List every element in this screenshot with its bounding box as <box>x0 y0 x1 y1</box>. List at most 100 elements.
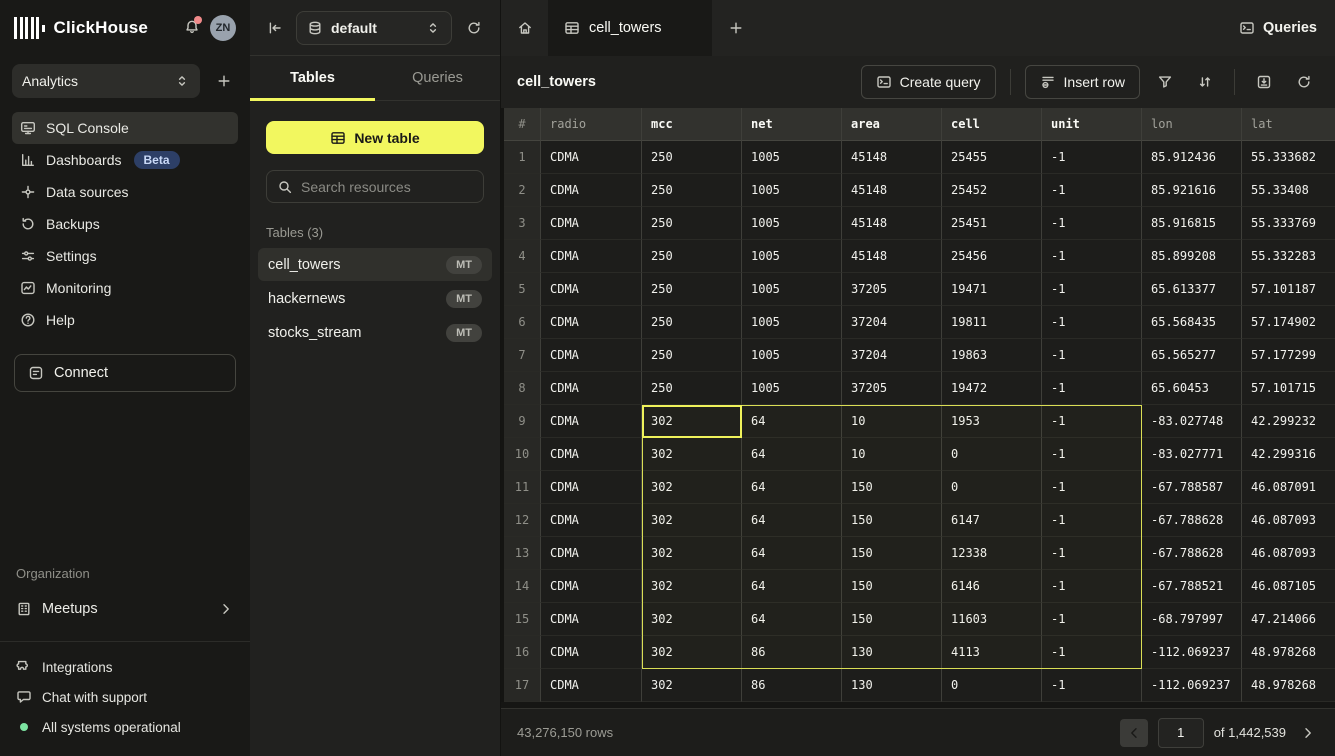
new-table-button[interactable]: New table <box>266 121 484 154</box>
cell-mcc[interactable]: 250 <box>642 372 742 405</box>
cell-net[interactable]: 1005 <box>742 174 842 207</box>
cell-unit[interactable]: -1 <box>1042 339 1142 372</box>
cell-lon[interactable]: -83.027771 <box>1142 438 1242 471</box>
cell-radio[interactable]: CDMA <box>541 438 642 471</box>
cell-radio[interactable]: CDMA <box>541 504 642 537</box>
sidebar-item-dashboards[interactable]: DashboardsBeta <box>12 144 238 176</box>
cell-lat[interactable]: 42.299232 <box>1242 405 1335 438</box>
sidebar-footer-item-all-systems-operational[interactable]: All systems operational <box>16 712 234 742</box>
cell-net[interactable]: 1005 <box>742 240 842 273</box>
avatar[interactable]: ZN <box>210 15 236 41</box>
cell-lon[interactable]: -112.069237 <box>1142 669 1242 702</box>
filter-button[interactable] <box>1150 67 1180 97</box>
cell-mcc[interactable]: 302 <box>642 603 742 636</box>
cell-area[interactable]: 150 <box>842 603 942 636</box>
cell-lon[interactable]: -67.788521 <box>1142 570 1242 603</box>
sort-button[interactable] <box>1190 67 1220 97</box>
create-query-button[interactable]: Create query <box>861 65 996 99</box>
cell-unit[interactable]: -1 <box>1042 174 1142 207</box>
cell-unit[interactable]: -1 <box>1042 537 1142 570</box>
insert-row-button[interactable]: Insert row <box>1025 65 1140 99</box>
sidebar-item-sql-console[interactable]: SQL Console <box>12 112 238 144</box>
cell-lat[interactable]: 46.087091 <box>1242 471 1335 504</box>
cell-area[interactable]: 150 <box>842 471 942 504</box>
cell-net[interactable]: 1005 <box>742 339 842 372</box>
cell-lon[interactable]: 65.568435 <box>1142 306 1242 339</box>
cell-cell[interactable]: 4113 <box>942 636 1042 669</box>
cell-unit[interactable]: -1 <box>1042 306 1142 339</box>
cell-unit[interactable]: -1 <box>1042 372 1142 405</box>
sidebar-item-monitoring[interactable]: Monitoring <box>12 272 238 304</box>
cell-radio[interactable]: CDMA <box>541 306 642 339</box>
table-list-item-stocks_stream[interactable]: stocks_streamMT <box>258 316 492 349</box>
cell-lat[interactable]: 55.33408 <box>1242 174 1335 207</box>
cell-cell[interactable]: 19471 <box>942 273 1042 306</box>
sidebar-item-help[interactable]: Help <box>12 304 238 336</box>
sidebar-item-backups[interactable]: Backups <box>12 208 238 240</box>
cell-unit[interactable]: -1 <box>1042 207 1142 240</box>
cell-lat[interactable]: 46.087093 <box>1242 537 1335 570</box>
cell-radio[interactable]: CDMA <box>541 636 642 669</box>
cell-radio[interactable]: CDMA <box>541 603 642 636</box>
cell-mcc[interactable]: 250 <box>642 141 742 174</box>
search-input[interactable] <box>301 179 482 195</box>
cell-cell[interactable]: 25455 <box>942 141 1042 174</box>
workspace-selector[interactable]: Analytics <box>12 64 200 98</box>
cell-net[interactable]: 64 <box>742 438 842 471</box>
cell-area[interactable]: 150 <box>842 504 942 537</box>
sidebar-footer-item-chat-with-support[interactable]: Chat with support <box>16 682 234 712</box>
column-header-radio[interactable]: radio <box>541 108 642 141</box>
download-button[interactable] <box>1249 67 1279 97</box>
new-tab-button[interactable] <box>712 0 760 56</box>
cell-lat[interactable]: 42.299316 <box>1242 438 1335 471</box>
cell-net[interactable]: 86 <box>742 669 842 702</box>
cell-net[interactable]: 64 <box>742 405 842 438</box>
cell-mcc[interactable]: 302 <box>642 669 742 702</box>
cell-area[interactable]: 150 <box>842 570 942 603</box>
cell-lat[interactable]: 55.333769 <box>1242 207 1335 240</box>
cell-radio[interactable]: CDMA <box>541 141 642 174</box>
cell-area[interactable]: 37204 <box>842 339 942 372</box>
column-header-rownum[interactable]: # <box>504 108 541 141</box>
cell-area[interactable]: 45148 <box>842 240 942 273</box>
column-header-mcc[interactable]: mcc <box>642 108 742 141</box>
cell-mcc[interactable]: 250 <box>642 306 742 339</box>
cell-cell[interactable]: 6146 <box>942 570 1042 603</box>
page-number-input[interactable] <box>1158 718 1204 748</box>
database-selector[interactable]: default <box>296 11 452 45</box>
cell-net[interactable]: 1005 <box>742 273 842 306</box>
cell-area[interactable]: 37205 <box>842 372 942 405</box>
table-list-item-cell_towers[interactable]: cell_towersMT <box>258 248 492 281</box>
cell-net[interactable]: 64 <box>742 504 842 537</box>
cell-net[interactable]: 64 <box>742 603 842 636</box>
add-workspace-button[interactable] <box>210 67 238 95</box>
cell-lon[interactable]: 85.912436 <box>1142 141 1242 174</box>
column-header-unit[interactable]: unit <box>1042 108 1142 141</box>
explorer-tab-queries[interactable]: Queries <box>375 56 500 100</box>
cell-radio[interactable]: CDMA <box>541 240 642 273</box>
sidebar-footer-item-integrations[interactable]: Integrations <box>16 652 234 682</box>
cell-area[interactable]: 150 <box>842 537 942 570</box>
cell-unit[interactable]: -1 <box>1042 273 1142 306</box>
cell-radio[interactable]: CDMA <box>541 570 642 603</box>
cell-radio[interactable]: CDMA <box>541 339 642 372</box>
cell-cell[interactable]: 25452 <box>942 174 1042 207</box>
column-header-lon[interactable]: lon <box>1142 108 1242 141</box>
cell-radio[interactable]: CDMA <box>541 405 642 438</box>
cell-mcc[interactable]: 302 <box>642 537 742 570</box>
cell-net[interactable]: 86 <box>742 636 842 669</box>
cell-unit[interactable]: -1 <box>1042 504 1142 537</box>
next-page-button[interactable] <box>1296 719 1320 747</box>
cell-radio[interactable]: CDMA <box>541 669 642 702</box>
cell-cell[interactable]: 19472 <box>942 372 1042 405</box>
cell-mcc[interactable]: 250 <box>642 339 742 372</box>
cell-mcc[interactable]: 250 <box>642 273 742 306</box>
cell-lat[interactable]: 48.978268 <box>1242 636 1335 669</box>
cell-lat[interactable]: 55.333682 <box>1242 141 1335 174</box>
cell-lon[interactable]: -67.788628 <box>1142 537 1242 570</box>
cell-net[interactable]: 64 <box>742 471 842 504</box>
cell-mcc[interactable]: 250 <box>642 240 742 273</box>
cell-lat[interactable]: 57.101187 <box>1242 273 1335 306</box>
column-header-net[interactable]: net <box>742 108 842 141</box>
connect-button[interactable]: Connect <box>14 354 236 392</box>
